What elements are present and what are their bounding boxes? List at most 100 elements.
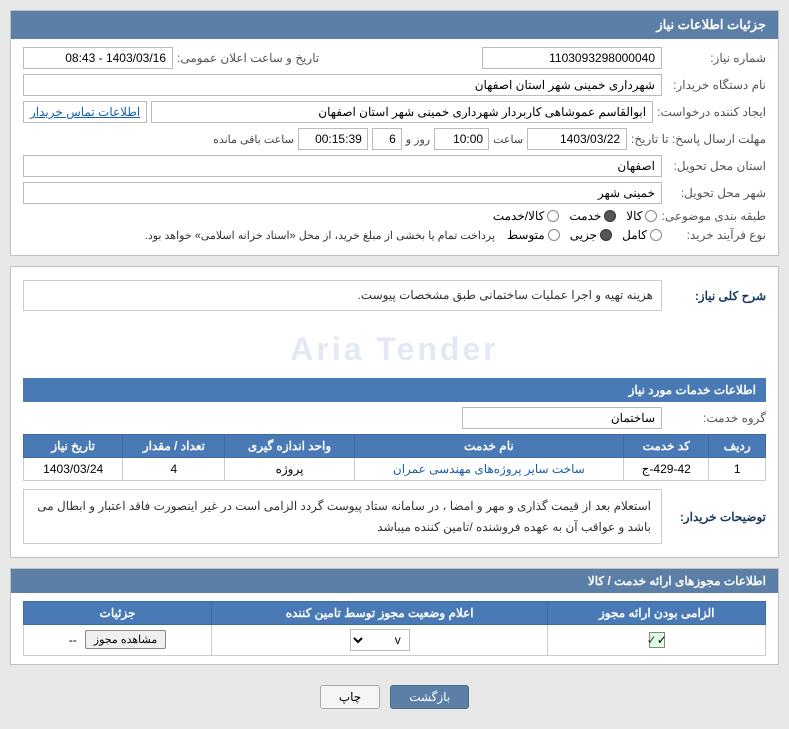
category-label: طبقه بندی موضوعی:: [661, 209, 766, 223]
back-button[interactable]: بازگشت: [390, 685, 469, 709]
purchase-partial-radio[interactable]: [600, 229, 612, 241]
purchase-radio-group: کامل جزیی متوسط: [507, 228, 662, 242]
cell-status: v: [212, 624, 548, 655]
permits-table-row: ✓ v مشاهده مجوز --: [24, 624, 766, 655]
services-header: اطلاعات خدمات مورد نیاز: [23, 378, 766, 402]
deadline-label: مهلت ارسال پاسخ: تا تاریخ:: [631, 132, 766, 146]
service-group-label: گروه خدمت:: [666, 411, 766, 425]
purchase-full-radio[interactable]: [650, 229, 662, 241]
col-date: تاریخ نیاز: [24, 435, 123, 458]
category-radio-group: کالا خدمت کالا/خدمت: [493, 209, 658, 223]
purchase-full-label: کامل: [622, 228, 647, 242]
card-body: شماره نیاز: 1103093298000040 تاریخ و ساع…: [11, 39, 778, 255]
row-purchase-type: نوع فرآیند خرید: کامل جزیی متوسط: [23, 228, 766, 242]
permits-table: الزامی بودن ارائه مجوز اعلام وضعیت مجوز …: [23, 601, 766, 656]
watermark: Aria Tender: [23, 321, 766, 378]
request-number-value: 1103093298000040: [482, 47, 662, 69]
category-goods-label: کالا: [626, 209, 642, 223]
col-name: نام خدمت: [354, 435, 623, 458]
cell-qty: 4: [123, 458, 225, 481]
request-number-label: شماره نیاز:: [666, 51, 766, 65]
permit-details-value: --: [69, 633, 77, 647]
status-select[interactable]: v: [350, 629, 410, 651]
main-card: جزئیات اطلاعات نیاز شماره نیاز: 11030932…: [10, 10, 779, 256]
row-city: شهر محل تحویل: خمینی شهر: [23, 182, 766, 204]
datetime-label: تاریخ و ساعت اعلان عمومی:: [177, 51, 319, 65]
description-row: شرح کلی نیاز: هزینه تهیه و اجرا عملیات س…: [23, 275, 766, 316]
row-request-number: شماره نیاز: 1103093298000040 تاریخ و ساع…: [23, 47, 766, 69]
description-header: شرح کلی نیاز:: [666, 289, 766, 303]
purchase-medium-label: متوسط: [507, 228, 545, 242]
row-creator: ایجاد کننده درخواست: ابوالقاسم عموشاهی ک…: [23, 101, 766, 123]
description-card: شرح کلی نیاز: هزینه تهیه و اجرا عملیات س…: [10, 266, 779, 558]
day-label: روز و: [406, 133, 430, 146]
row-buyer-org: نام دستگاه خریدار: شهرداری خمینی شهر است…: [23, 74, 766, 96]
purchase-type-label: نوع فرآیند خرید:: [666, 228, 766, 242]
button-row: بازگشت چاپ: [10, 675, 779, 719]
purchase-partial: جزیی: [570, 228, 612, 242]
description-card-body: شرح کلی نیاز: هزینه تهیه و اجرا عملیات س…: [11, 267, 778, 557]
response-time: 10:00: [434, 128, 489, 150]
remaining-label: ساعت باقی مانده: [213, 133, 294, 146]
col-qty: تعداد / مقدار: [123, 435, 225, 458]
purchase-medium-radio[interactable]: [548, 229, 560, 241]
province-label: استان محل تحویل:: [666, 159, 766, 173]
col-status: اعلام وضعیت مجوز توسط تامین کننده: [212, 601, 548, 624]
response-date: 1403/03/22: [527, 128, 627, 150]
city-label: شهر محل تحویل:: [666, 186, 766, 200]
row-category: طبقه بندی موضوعی: کالا خدمت کالا/خدمت: [23, 209, 766, 223]
row-deadline: مهلت ارسال پاسخ: تا تاریخ: 1403/03/22 سا…: [23, 128, 766, 150]
service-group-value: ساختمان: [462, 407, 662, 429]
cell-required: ✓: [548, 624, 766, 655]
category-service-radio[interactable]: [604, 210, 616, 222]
category-goods-service: کالا/خدمت: [493, 209, 559, 223]
col-details: جزئیات: [24, 601, 212, 624]
col-unit: واحد اندازه گیری: [225, 435, 354, 458]
permits-header: اطلاعات مجوزهای ارائه خدمت / کالا: [11, 569, 778, 593]
creator-value: ابوالقاسم عموشاهی کاربردار شهرداری خمینی…: [151, 101, 653, 123]
buyer-note-label: توضیحات خریدار:: [666, 510, 766, 524]
col-required: الزامی بودن ارائه مجوز: [548, 601, 766, 624]
cell-name: ساخت سایر پروژه‌های مهندسی عمران: [354, 458, 623, 481]
time-label: ساعت: [493, 133, 523, 146]
contact-link[interactable]: اطلاعات تماس خریدار: [23, 101, 147, 123]
cell-code: 429-42-ج: [624, 458, 709, 481]
category-goods-service-radio[interactable]: [547, 210, 559, 222]
response-day: 6: [372, 128, 402, 150]
buyer-note-row: توضیحات خریدار: استعلام بعد از قیمت گذار…: [23, 489, 766, 544]
province-value: اصفهان: [23, 155, 662, 177]
col-code: کد خدمت: [624, 435, 709, 458]
print-button[interactable]: چاپ: [320, 685, 380, 709]
card-header: جزئیات اطلاعات نیاز: [11, 11, 778, 39]
category-goods-radio[interactable]: [645, 210, 657, 222]
buyer-note-content: استعلام بعد از قیمت گذاری و مهر و امضا ،…: [23, 489, 662, 544]
permits-body: الزامی بودن ارائه مجوز اعلام وضعیت مجوز …: [11, 593, 778, 664]
category-service-label: خدمت: [569, 209, 601, 223]
card-title: جزئیات اطلاعات نیاز: [656, 17, 766, 32]
table-row: 1 429-42-ج ساخت سایر پروژه‌های مهندسی عم…: [24, 458, 766, 481]
buyer-org-value: شهرداری خمینی شهر استان اصفهان: [23, 74, 662, 96]
creator-label: ایجاد کننده درخواست:: [657, 105, 766, 119]
remaining-time: 00:15:39: [298, 128, 368, 150]
required-checkbox: ✓: [649, 632, 665, 648]
view-permit-button[interactable]: مشاهده مجوز: [85, 630, 166, 649]
category-goods-service-label: کالا/خدمت: [493, 209, 544, 223]
category-goods: کالا: [626, 209, 657, 223]
cell-details: مشاهده مجوز --: [24, 624, 212, 655]
datetime-value: 1403/03/16 - 08:43: [23, 47, 173, 69]
cell-row-num: 1: [709, 458, 766, 481]
service-group-row: گروه خدمت: ساختمان: [23, 407, 766, 429]
city-value: خمینی شهر: [23, 182, 662, 204]
purchase-partial-label: جزیی: [570, 228, 597, 242]
purchase-full: کامل: [622, 228, 662, 242]
permits-card: اطلاعات مجوزهای ارائه خدمت / کالا الزامی…: [10, 568, 779, 665]
page-wrapper: جزئیات اطلاعات نیاز شماره نیاز: 11030932…: [0, 0, 789, 729]
category-service: خدمت: [569, 209, 616, 223]
buyer-org-label: نام دستگاه خریدار:: [666, 78, 766, 92]
cell-unit: پروژه: [225, 458, 354, 481]
cell-date: 1403/03/24: [24, 458, 123, 481]
row-province: استان محل تحویل: اصفهان: [23, 155, 766, 177]
service-table: ردیف کد خدمت نام خدمت واحد اندازه گیری ت…: [23, 434, 766, 481]
purchase-medium: متوسط: [507, 228, 560, 242]
description-value: هزینه تهیه و اجرا عملیات ساختمانی طبق مش…: [23, 280, 662, 311]
